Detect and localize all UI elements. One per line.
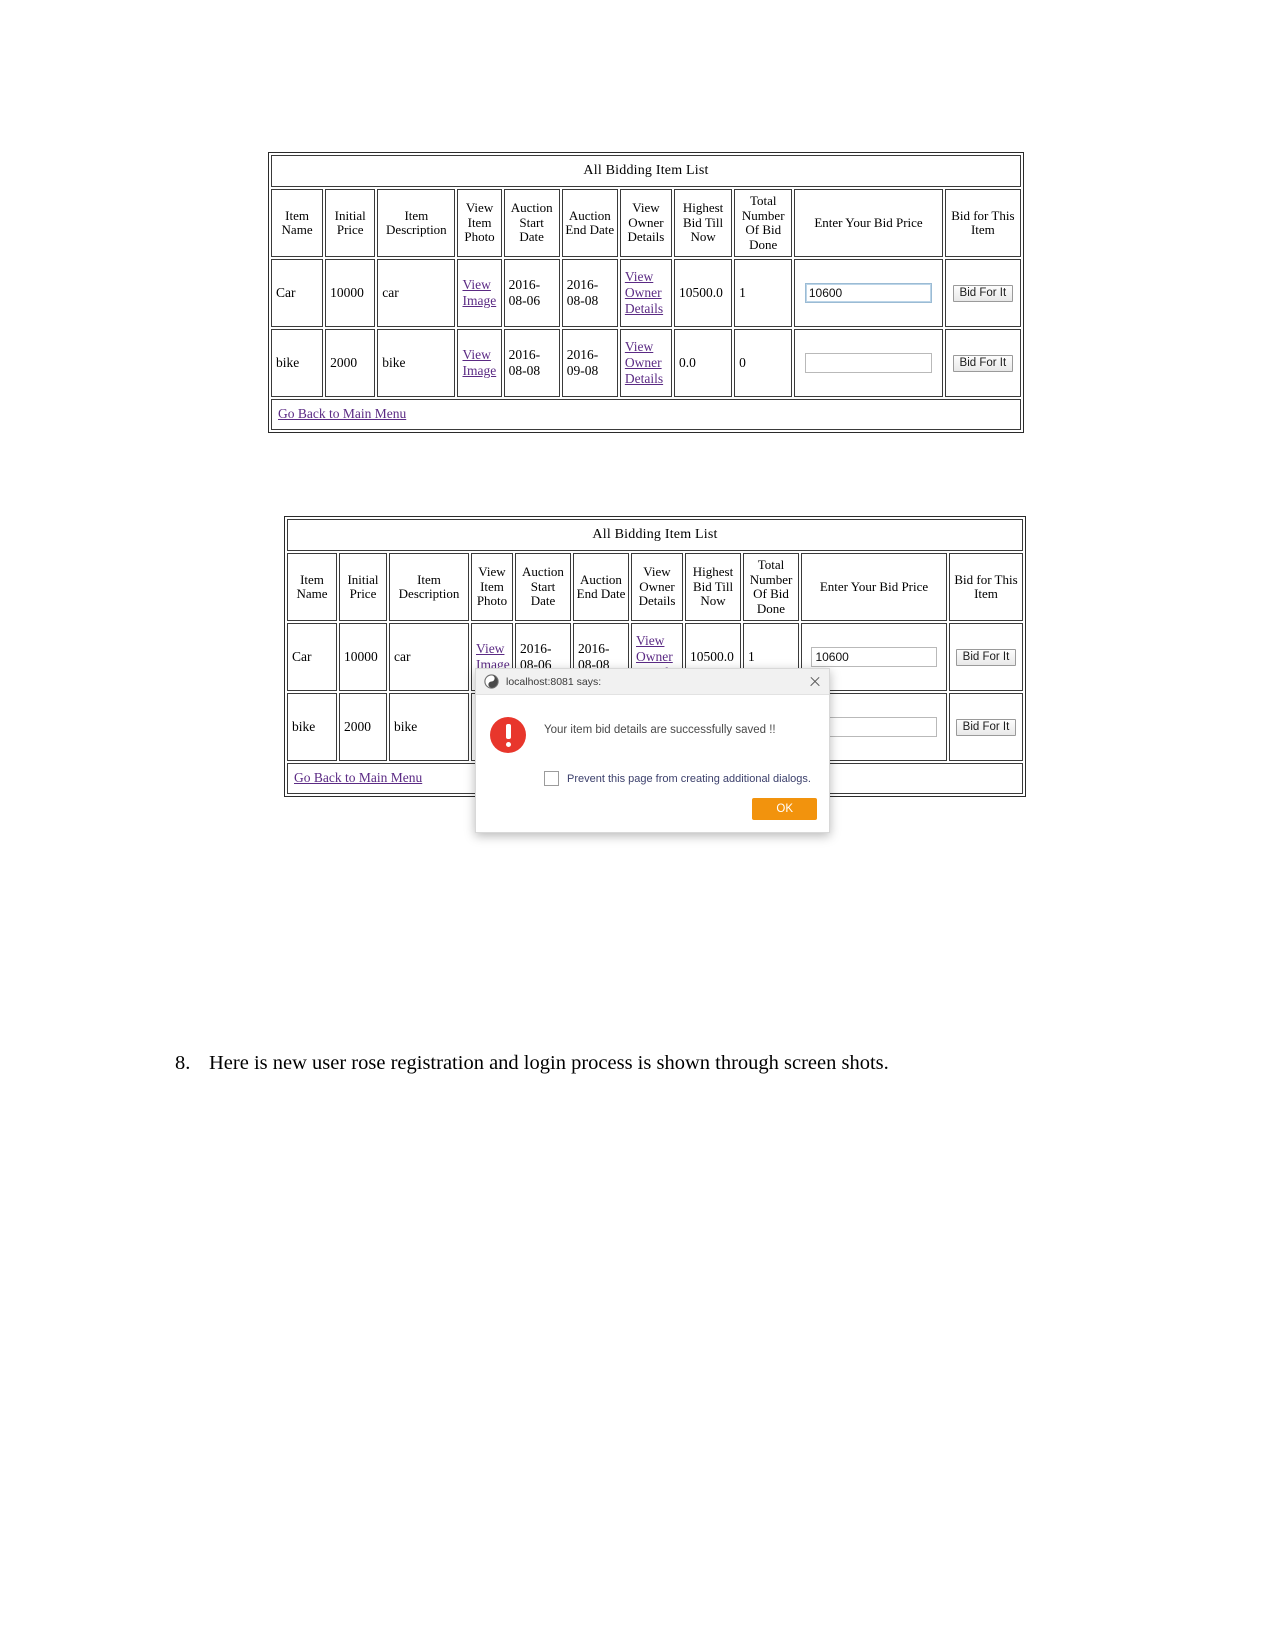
header-view-item-photo: View Item Photo — [471, 553, 513, 622]
header-view-owner-details: View Owner Details — [631, 553, 683, 622]
dialog-message: Your item bid details are successfully s… — [544, 724, 776, 736]
header-bid-for-this-item: Bid for This Item — [949, 553, 1023, 622]
cell-enter-bid-price[interactable] — [794, 329, 943, 398]
cell-view-owner-details[interactable]: View Owner Details — [619, 259, 672, 328]
header-enter-bid-price: Enter Your Bid Price — [801, 553, 947, 622]
cell-bid-action[interactable]: Bid For It — [949, 623, 1023, 692]
alert-exclamation-icon — [490, 717, 526, 753]
cell-item-description: car — [377, 259, 456, 328]
bid-price-input[interactable] — [804, 353, 933, 374]
cell-initial-price: 10000 — [339, 623, 387, 692]
cell-item-name: bike — [287, 693, 337, 762]
header-total-bids: Total Number Of Bid Done — [743, 553, 799, 622]
view-owner-details-link[interactable]: View Owner Details — [625, 339, 667, 387]
note-text: Here is new user rose registration and l… — [209, 1052, 889, 1074]
prevent-dialogs-checkbox[interactable] — [544, 771, 559, 786]
dialog-body: Your item bid details are successfully s… — [476, 695, 829, 763]
cell-item-description: bike — [377, 329, 456, 398]
header-auction-start-date: Auction Start Date — [515, 553, 571, 622]
header-view-item-photo: View Item Photo — [457, 189, 502, 258]
cell-initial-price: 2000 — [339, 693, 387, 762]
javascript-alert-dialog: localhost:8081 says: Your item bid detai… — [475, 668, 830, 833]
table-title-row: All Bidding Item List — [271, 155, 1021, 187]
header-bid-for-this-item: Bid for This Item — [944, 189, 1021, 258]
header-auction-end-date: Auction End Date — [561, 189, 618, 258]
cell-auction-end-date: 2016-08-08 — [561, 259, 618, 328]
header-item-name: Item Name — [271, 189, 324, 258]
header-initial-price: Initial Price — [325, 189, 376, 258]
view-owner-details-link[interactable]: View Owner Details — [625, 269, 667, 317]
table-title: All Bidding Item List — [287, 519, 1023, 551]
header-item-description: Item Description — [377, 189, 456, 258]
bidding-item-table: All Bidding Item List Item Name Initial … — [268, 152, 1024, 434]
cell-view-owner-details[interactable]: View Owner Details — [619, 329, 672, 398]
dialog-titlebar: localhost:8081 says: — [476, 669, 829, 695]
cell-bid-action[interactable]: Bid For It — [944, 329, 1021, 398]
table-header-row: Item Name Initial Price Item Description… — [287, 553, 1023, 622]
cell-view-item-photo[interactable]: View Image — [457, 329, 502, 398]
browser-favicon-icon — [484, 674, 499, 689]
note-number: 8. — [175, 1052, 191, 1074]
bid-for-it-button[interactable]: Bid For It — [952, 355, 1014, 373]
table-footer-row: Go Back to Main Menu — [271, 399, 1021, 431]
header-item-name: Item Name — [287, 553, 337, 622]
view-image-link[interactable]: View Image — [462, 347, 496, 379]
table-row: Car 10000 car View Image 2016-08-06 2016… — [271, 259, 1021, 328]
cell-highest-bid: 0.0 — [674, 329, 733, 398]
bid-price-input[interactable] — [811, 717, 937, 738]
bid-price-input[interactable] — [804, 283, 933, 304]
ok-button[interactable]: OK — [752, 798, 817, 820]
cell-auction-start-date: 2016-08-06 — [503, 259, 560, 328]
cell-enter-bid-price[interactable] — [794, 259, 943, 328]
header-highest-bid: Highest Bid Till Now — [685, 553, 741, 622]
go-back-to-main-menu-link[interactable]: Go Back to Main Menu — [294, 770, 422, 786]
table-row: bike 2000 bike View Image 2016-08-08 201… — [271, 329, 1021, 398]
dialog-actions: OK — [476, 796, 829, 832]
table-title-row: All Bidding Item List — [287, 519, 1023, 551]
cell-item-name: Car — [271, 259, 324, 328]
cell-item-name: bike — [271, 329, 324, 398]
bidding-screenshot-top: All Bidding Item List Item Name Initial … — [268, 152, 1024, 434]
dialog-prevent-row[interactable]: Prevent this page from creating addition… — [476, 763, 829, 796]
bid-for-it-button[interactable]: Bid For It — [955, 719, 1017, 737]
close-icon[interactable] — [807, 674, 823, 690]
cell-go-back[interactable]: Go Back to Main Menu — [271, 399, 1021, 431]
header-total-bids: Total Number Of Bid Done — [734, 189, 793, 258]
cell-bid-action[interactable]: Bid For It — [949, 693, 1023, 762]
header-view-owner-details: View Owner Details — [619, 189, 672, 258]
cell-total-bids: 1 — [734, 259, 793, 328]
cell-auction-start-date: 2016-08-08 — [503, 329, 560, 398]
dialog-title: localhost:8081 says: — [506, 675, 602, 688]
cell-initial-price: 2000 — [325, 329, 376, 398]
bid-price-input[interactable] — [811, 647, 937, 668]
cell-total-bids: 0 — [734, 329, 793, 398]
prevent-dialogs-label: Prevent this page from creating addition… — [567, 772, 811, 785]
header-enter-bid-price: Enter Your Bid Price — [794, 189, 943, 258]
bid-for-it-button[interactable]: Bid For It — [952, 285, 1014, 303]
numbered-note: 8. Here is new user rose registration an… — [175, 1052, 1035, 1075]
view-image-link[interactable]: View Image — [462, 277, 496, 309]
table-title: All Bidding Item List — [271, 155, 1021, 187]
cell-auction-end-date: 2016-09-08 — [561, 329, 618, 398]
header-initial-price: Initial Price — [339, 553, 387, 622]
header-auction-end-date: Auction End Date — [573, 553, 629, 622]
cell-item-name: Car — [287, 623, 337, 692]
header-auction-start-date: Auction Start Date — [503, 189, 560, 258]
cell-item-description: bike — [389, 693, 469, 762]
cell-bid-action[interactable]: Bid For It — [944, 259, 1021, 328]
cell-item-description: car — [389, 623, 469, 692]
cell-initial-price: 10000 — [325, 259, 376, 328]
table-header-row: Item Name Initial Price Item Description… — [271, 189, 1021, 258]
cell-view-item-photo[interactable]: View Image — [457, 259, 502, 328]
bid-for-it-button[interactable]: Bid For It — [955, 649, 1017, 667]
header-item-description: Item Description — [389, 553, 469, 622]
go-back-to-main-menu-link[interactable]: Go Back to Main Menu — [278, 406, 406, 422]
header-highest-bid: Highest Bid Till Now — [674, 189, 733, 258]
cell-highest-bid: 10500.0 — [674, 259, 733, 328]
